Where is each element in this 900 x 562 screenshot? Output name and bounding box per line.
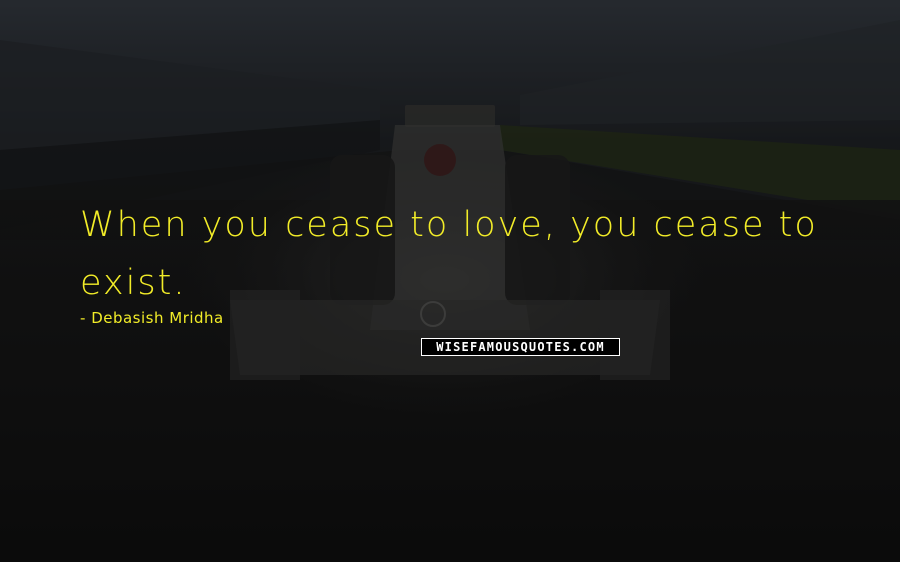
quote-author: - Debasish Mridha xyxy=(80,309,224,327)
quote-card: When you cease to love, you cease to exi… xyxy=(0,0,900,562)
quote-text: When you cease to love, you cease to exi… xyxy=(80,205,818,303)
author-name: Debasish Mridha xyxy=(91,309,224,327)
watermark-text: WISEFAMOUSQUOTES.COM xyxy=(422,339,619,355)
watermark-logo: WISEFAMOUSQUOTES.COM xyxy=(421,338,620,356)
